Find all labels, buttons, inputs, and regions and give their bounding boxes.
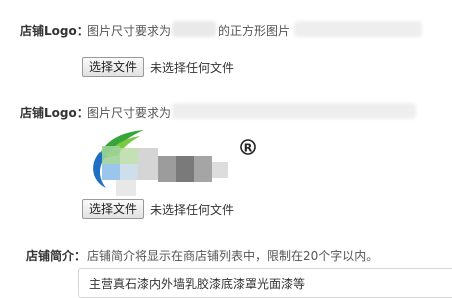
intro-label: 店铺简介： (26, 249, 87, 263)
logo-label-2: 店铺Logo： (20, 106, 89, 120)
redacted-text-2 (172, 103, 416, 119)
intro-textarea[interactable]: 主营真石漆内外墙乳胶漆底漆罩光面漆等 (78, 268, 452, 298)
redacted-text-1 (294, 21, 422, 37)
file-status-2: 未选择任何文件 (150, 203, 235, 217)
logo-hint-suffix-1: 的正方形图片 (218, 24, 291, 38)
choose-file-button-2[interactable]: 选择文件 (82, 199, 145, 219)
logo-preview-image: R (93, 130, 256, 196)
logo-hint-prefix-2: 图片尺寸要求为 (87, 106, 172, 120)
choose-file-button-1[interactable]: 选择文件 (82, 57, 145, 77)
intro-hint: 店铺简介将显示在商店铺列表中，限制在20个字以内。 (87, 249, 379, 263)
logo-label-1: 店铺Logo： (20, 24, 89, 38)
file-status-1: 未选择任何文件 (150, 61, 235, 75)
redacted-size (172, 21, 216, 37)
logo-hint-prefix-1: 图片尺寸要求为 (87, 24, 172, 38)
svg-text:R: R (244, 142, 253, 155)
